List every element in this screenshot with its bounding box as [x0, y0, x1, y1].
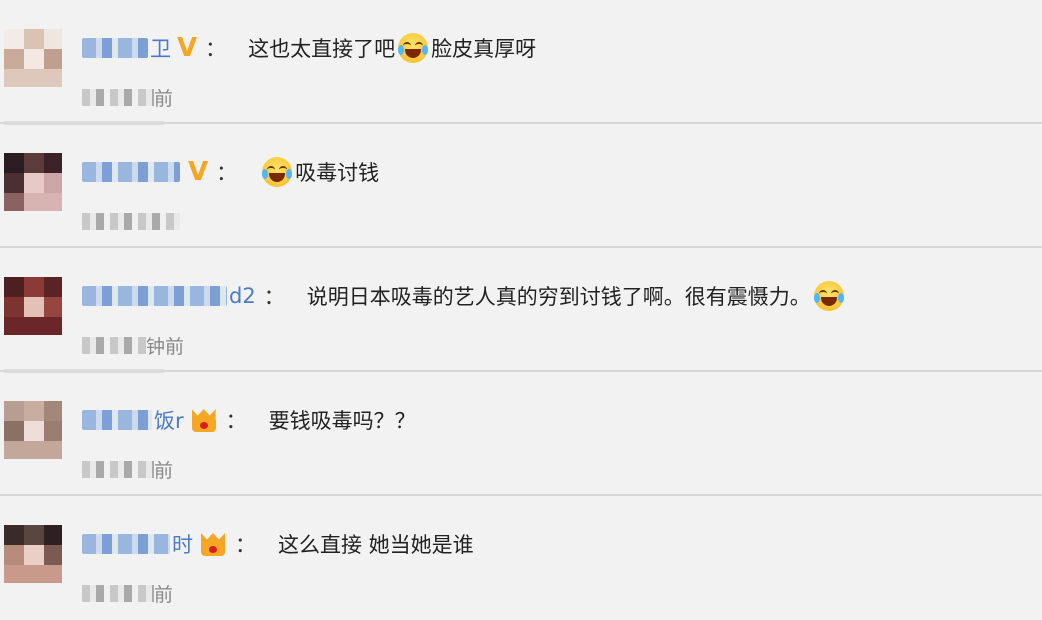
username-blurred[interactable]	[82, 410, 152, 430]
comment-item: 卫 V ： 这也太直接了吧 脸皮真厚呀 前	[0, 0, 1042, 125]
crown-badge-icon	[190, 407, 218, 433]
comment-text: 说明日本吸毒的艺人真的穷到讨钱了啊。很有震慑力。	[307, 281, 847, 311]
timestamp-visible: 钟前	[146, 335, 185, 358]
comment-item: 时 ： 这么直接 她当她是谁 前	[0, 496, 1042, 620]
avatar[interactable]	[4, 153, 62, 211]
username-blurred[interactable]	[82, 286, 227, 306]
comment-text-part: 要钱吸毒吗？？	[268, 409, 416, 433]
username-visible[interactable]: 时	[172, 529, 193, 559]
comment-item: V ： 吸毒讨钱	[0, 124, 1042, 248]
username-blurred[interactable]	[82, 534, 170, 554]
comment-header: 饭r ： 要钱吸毒吗？？	[82, 400, 416, 440]
comment-header: 卫 V ： 这也太直接了吧 脸皮真厚呀	[82, 28, 536, 68]
avatar[interactable]	[4, 525, 62, 583]
timestamp-blurred	[82, 336, 146, 354]
tears-of-joy-emoji-icon	[262, 157, 293, 187]
comment-item: 饭r ： 要钱吸毒吗？？ 前	[0, 372, 1042, 496]
timestamp-blurred	[82, 212, 180, 230]
comment-text: 这么直接 她当她是谁	[278, 529, 474, 559]
username-visible[interactable]: 卫	[150, 33, 171, 63]
colon: ：	[205, 37, 227, 61]
comment-header: d2 ： 说明日本吸毒的艺人真的穷到讨钱了啊。很有震慑力。	[82, 276, 847, 316]
comment-text-part: 这么直接 她当她是谁	[278, 533, 474, 557]
verified-v-badge-icon: V	[188, 157, 209, 187]
username-visible[interactable]: d2	[229, 284, 256, 308]
comment-text-part: 脸皮真厚呀	[431, 37, 537, 61]
comment-text-part: 说明日本吸毒的艺人真的穷到讨钱了啊。很有震慑力。	[306, 285, 811, 309]
username-blurred[interactable]	[82, 38, 148, 58]
timestamp-visible: 前	[154, 87, 174, 110]
colon: ：	[263, 285, 285, 309]
timestamp: 前	[82, 84, 173, 110]
avatar[interactable]	[4, 401, 62, 459]
timestamp-visible: 前	[154, 459, 174, 482]
timestamp: 钟前	[82, 332, 184, 358]
comment-text-part: 吸毒讨钱	[295, 161, 380, 185]
comment-text-part: 这也太直接了吧	[248, 37, 396, 61]
crying-laughing-emoji-icon	[398, 33, 429, 63]
timestamp-blurred	[82, 584, 154, 602]
avatar[interactable]	[4, 29, 62, 87]
colon: ：	[216, 161, 238, 185]
timestamp-blurred	[82, 460, 154, 478]
avatar[interactable]	[4, 277, 62, 335]
comment-text: 吸毒讨钱	[259, 157, 379, 187]
verified-v-badge-icon: V	[177, 33, 198, 63]
colon: ：	[235, 533, 256, 557]
comment-text: 这也太直接了吧 脸皮真厚呀	[248, 33, 536, 63]
comment-text: 要钱吸毒吗？？	[269, 405, 416, 435]
username-visible[interactable]: 饭r	[154, 405, 184, 435]
timestamp: 前	[82, 456, 173, 482]
colon: ：	[225, 409, 247, 433]
crown-badge-icon	[199, 531, 227, 557]
timestamp	[82, 208, 180, 234]
timestamp-visible: 前	[154, 583, 174, 606]
crying-laughing-emoji-icon	[813, 281, 844, 311]
comment-item: d2 ： 说明日本吸毒的艺人真的穷到讨钱了啊。很有震慑力。 钟前	[0, 248, 1042, 373]
comment-header: V ： 吸毒讨钱	[82, 152, 379, 192]
timestamp-blurred	[82, 88, 154, 106]
comment-header: 时 ： 这么直接 她当她是谁	[82, 524, 474, 564]
timestamp: 前	[82, 580, 173, 606]
username-blurred[interactable]	[82, 162, 180, 182]
